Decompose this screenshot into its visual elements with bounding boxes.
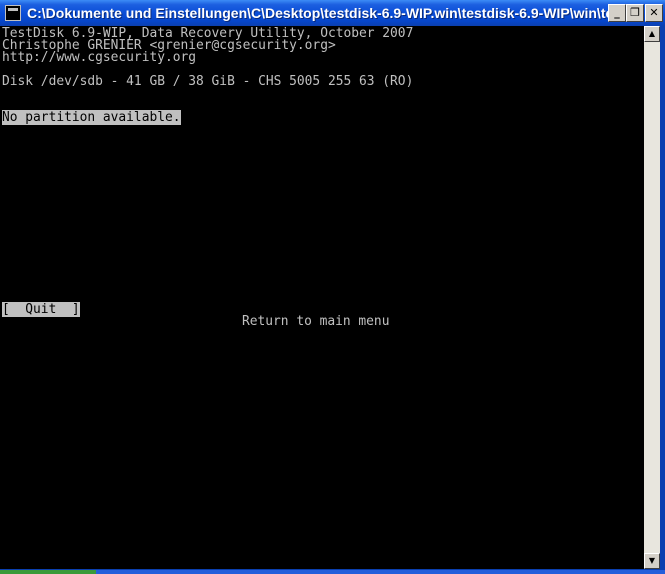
window-title: C:\Dokumente und Einstellungen\C\Desktop… [27,5,611,21]
header-line-url: http://www.cgsecurity.org [2,50,197,65]
start-button[interactable] [0,570,96,574]
maximize-button[interactable]: ❐ [626,4,644,22]
title-bar[interactable]: C:\Dokumente und Einstellungen\C\Desktop… [0,0,665,26]
quit-button[interactable]: [ Quit ] [2,302,80,317]
minimize-button[interactable]: _ [608,4,626,22]
vertical-scrollbar[interactable]: ▲ ▼ [644,26,660,569]
console-output[interactable]: TestDisk 6.9-WIP, Data Recovery Utility,… [0,26,644,569]
console-window: C:\Dokumente und Einstellungen\C\Desktop… [0,0,665,574]
scroll-up-button[interactable]: ▲ [644,26,660,42]
close-button[interactable]: ✕ [645,4,663,22]
quit-hint: Return to main menu [242,314,390,329]
window-frame-right [660,26,665,574]
no-partition-message: No partition available. [2,110,181,125]
scroll-down-button[interactable]: ▼ [644,553,660,569]
taskbar [0,570,665,574]
console-icon[interactable] [5,5,21,21]
disk-info: Disk /dev/sdb - 41 GB / 38 GiB - CHS 500… [2,74,414,89]
